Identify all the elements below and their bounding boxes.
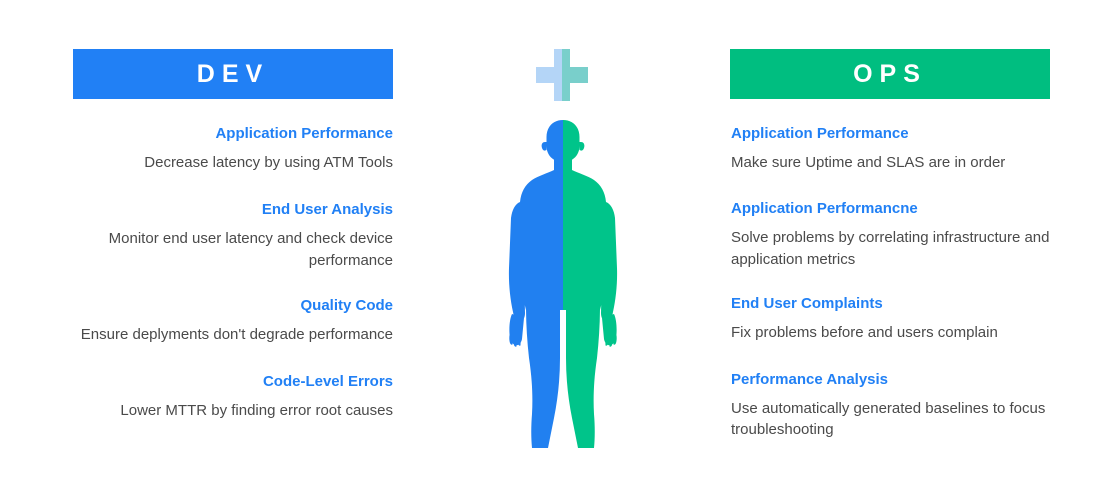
dev-entry-description: Lower MTTR by finding error root causes — [120, 402, 393, 420]
dev-header-label: DEV — [196, 59, 270, 88]
ops-entry-title: End User Complaints — [731, 294, 883, 312]
dev-entry-description: Ensure deplyments don't degrade performa… — [80, 325, 393, 343]
dev-entry-description: Monitor end user latency and check devic… — [108, 230, 393, 269]
human-figure-icon — [508, 120, 618, 448]
dev-entry-title: End User Analysis — [261, 201, 393, 219]
ops-entry-description: Use automatically generated baselines to… — [731, 400, 1046, 439]
ops-entry-title: Performance Analysis — [731, 371, 889, 389]
dev-entry: Application Performance Decrease latency… — [53, 125, 393, 173]
dev-entry-title: Code-Level Errors — [262, 373, 393, 391]
ops-entry-description: Solve problems by correlating infrastruc… — [731, 229, 1050, 268]
dev-entry: Code-Level Errors Lower MTTR by finding … — [53, 373, 393, 421]
ops-entry: Performance Analysis Use automatically g… — [731, 371, 1071, 441]
dev-column: Application Performance Decrease latency… — [53, 125, 393, 421]
human-figure-right-half — [563, 120, 618, 448]
ops-entry: Application Performancne Solve problems … — [731, 200, 1071, 270]
dev-entry: Quality Code Ensure deplyments don't deg… — [53, 297, 393, 345]
ops-entry-title: Application Performance — [731, 125, 909, 142]
dev-entry-description: Decrease latency by using ATM Tools — [144, 154, 393, 171]
infographic-canvas: DEV OPS Application Performance Decrease… — [0, 0, 1100, 500]
ops-entry-title: Application Performancne — [731, 200, 918, 218]
ops-entry: Application Performance Make sure Uptime… — [731, 125, 1071, 173]
plus-icon — [536, 49, 588, 101]
ops-entry-description: Fix problems before and users complain — [731, 323, 998, 341]
plus-icon-left-half — [536, 49, 562, 101]
plus-icon-right-half — [562, 49, 588, 101]
ops-header-label: OPS — [853, 59, 927, 88]
ops-column: Application Performance Make sure Uptime… — [731, 125, 1071, 441]
dev-entry: End User Analysis Monitor end user laten… — [53, 201, 393, 271]
ops-entry-description: Make sure Uptime and SLAS are in order — [731, 154, 1006, 171]
human-figure-left-half — [508, 120, 563, 448]
dev-entry-title: Application Performance — [215, 125, 393, 142]
dev-header-bar: DEV — [73, 49, 393, 99]
dev-entry-title: Quality Code — [300, 296, 393, 314]
ops-header-bar: OPS — [730, 49, 1050, 99]
ops-entry: End User Complaints Fix problems before … — [731, 295, 1071, 343]
